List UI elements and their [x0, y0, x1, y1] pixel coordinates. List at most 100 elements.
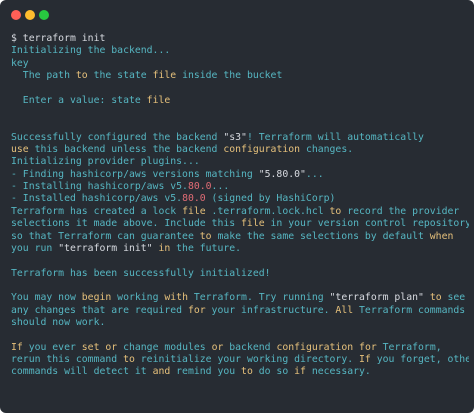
terminal-text: Initializing provider plugins... [11, 156, 200, 168]
terminal-text: should now work. [11, 316, 106, 328]
terminal-text: If [11, 341, 23, 353]
terminal-text: file [241, 218, 265, 230]
terminal-text: (signed by HashiCorp) [205, 193, 336, 205]
terminal-text: and [152, 366, 171, 378]
terminal-text: to [123, 353, 135, 365]
terminal-text: 80.0 [187, 181, 212, 193]
terminal-text: you forget, other [370, 353, 469, 365]
minimize-button[interactable] [25, 10, 35, 20]
terminal-text: file [146, 94, 171, 106]
terminal-line: - Finding hashicorp/aws versions matchin… [11, 169, 469, 181]
terminal-line: $ terraform init [11, 33, 469, 45]
terminal-text: key [11, 57, 29, 69]
close-button[interactable] [11, 10, 21, 20]
terminal-text: .terraform.lock.hcl [205, 205, 330, 217]
terminal-text: set [81, 341, 100, 353]
terminal-line: Enter a value: state file [11, 95, 469, 107]
terminal-text: - Installed hashicorp/aws v5. [11, 193, 183, 205]
terminal-text: ... [305, 168, 324, 180]
terminal-line: - Installed hashicorp/aws v5.80.0 (signe… [11, 193, 469, 205]
terminal-text: or [211, 341, 224, 353]
terminal-text: to [199, 230, 212, 242]
terminal-text: change modules [117, 341, 212, 353]
terminal-text: with [164, 292, 188, 304]
terminal-output[interactable]: $ terraform init Initializing the backend… [11, 33, 469, 407]
terminal-text: your infrastructure. [205, 304, 336, 316]
terminal-line: you run "terraform init" in the future. [11, 243, 469, 255]
terminal-text: the future. [170, 242, 242, 254]
terminal-text: - Finding hashicorp/aws versions matchin… [11, 168, 259, 180]
terminal-text: rerun this command [11, 353, 124, 365]
terminal-text: Terraform has been successfully initiali… [11, 267, 271, 279]
terminal-text: Terraform. Try running [187, 292, 330, 304]
terminal-text: inside the bucket [176, 70, 283, 82]
terminal-line: Terraform has been successfully initiali… [11, 268, 469, 280]
terminal-text: in your version control repository [264, 218, 469, 230]
terminal-text: All [335, 304, 354, 316]
terminal-text: to [329, 205, 342, 217]
terminal-text: file [182, 205, 206, 217]
terminal-text: ! Terraform will automatically [246, 131, 424, 143]
terminal-text: you run [11, 242, 59, 254]
terminal-line: If you ever set or change modules or bac… [11, 342, 469, 354]
terminal-text: selections it made above. Include this [11, 218, 242, 230]
terminal-line: commands will detect it and remind you t… [11, 366, 469, 378]
terminal-text: file [152, 70, 177, 82]
terminal-text: - Installing hashicorp/aws v5. [11, 181, 188, 193]
terminal-text: record the provider [341, 205, 460, 217]
terminal-line: rerun this command to reinitialize your … [11, 354, 469, 366]
terminal-text: configuration [223, 144, 301, 156]
terminal-text: "5.80.0" [258, 168, 306, 180]
terminal-line: any changes that are required for your i… [11, 305, 469, 317]
terminal-text: If [359, 353, 371, 365]
terminal-text: or [105, 341, 118, 353]
terminal-text: make the same selections by default [211, 230, 430, 242]
terminal-text: use [11, 144, 29, 156]
terminal-text: reinitialize your working directory. [134, 353, 360, 365]
terminal-text: Initializing the backend... [11, 45, 171, 57]
terminal-line: The path to the state file inside the bu… [11, 70, 469, 82]
maximize-button[interactable] [39, 10, 49, 20]
terminal-text: changes. [300, 144, 354, 156]
terminal-text: The path [11, 70, 76, 82]
terminal-line: key [11, 58, 469, 70]
terminal-text: working [111, 292, 165, 304]
terminal-line: - Installing hashicorp/aws v5.80.0... [11, 181, 469, 193]
terminal-window: $ terraform init Initializing the backend… [0, 0, 474, 413]
terminal-line: Successfully configured the backend "s3"… [11, 132, 469, 144]
terminal-text: to [241, 366, 253, 378]
terminal-text: $ terraform init [11, 33, 106, 44]
terminal-text: begin [81, 292, 112, 304]
terminal-text: any changes that are required [11, 304, 188, 316]
terminal-text: so that Terraform can guarantee [11, 230, 200, 242]
terminal-line: Terraform has created a lock file .terra… [11, 206, 469, 218]
terminal-text: for [359, 341, 377, 353]
terminal-text: "terraform plan" [329, 292, 424, 304]
terminal-line: use this backend unless the backend conf… [11, 144, 469, 156]
terminal-text: remind you [170, 366, 242, 378]
terminal-text: if [294, 366, 306, 378]
terminal-text: necessary. [305, 366, 371, 378]
terminal-text: Terraform has created a lock [11, 205, 183, 217]
terminal-text: for [187, 304, 206, 316]
terminal-text: in [158, 242, 171, 254]
terminal-text: to [429, 292, 442, 304]
terminal-text: "s3" [223, 131, 247, 143]
terminal-text: Terraform commands [353, 304, 466, 316]
terminal-line: Initializing the backend... [11, 45, 469, 57]
terminal-text: you ever [22, 341, 82, 353]
terminal-line: should now work. [11, 317, 469, 329]
terminal-text: configuration [276, 341, 354, 353]
terminal-line: selections it made above. Include this f… [11, 218, 469, 230]
title-bar [0, 0, 474, 30]
terminal-text: You may now [11, 292, 82, 304]
terminal-text: to [75, 70, 88, 82]
terminal-text: Terraform, [376, 341, 442, 353]
terminal-text: backend [223, 341, 277, 353]
